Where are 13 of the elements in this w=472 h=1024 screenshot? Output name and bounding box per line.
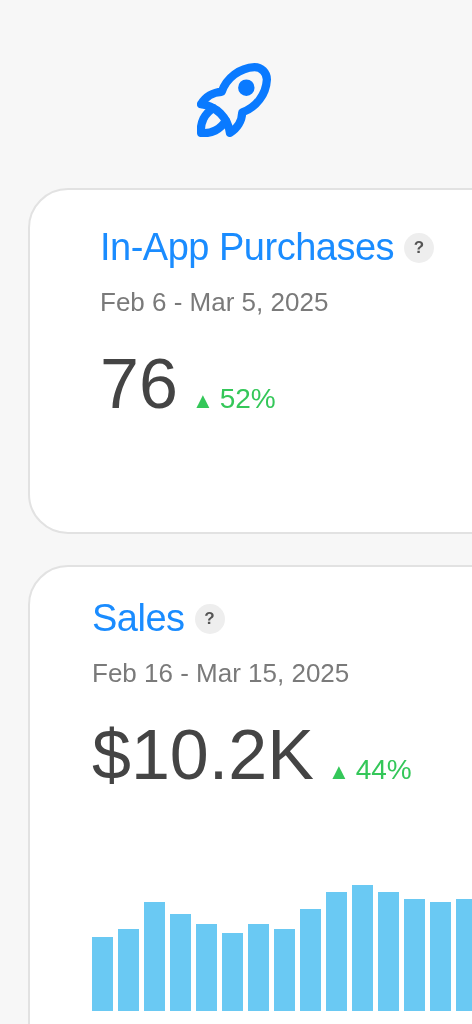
date-range: Feb 6 - Mar 5, 2025: [100, 287, 330, 318]
rocket-icon: [197, 63, 271, 137]
card-title[interactable]: In-App Purchases: [100, 226, 395, 269]
card-title[interactable]: Sales: [92, 597, 185, 640]
trend-up-icon: ▲: [191, 388, 214, 414]
percent-change: 44%: [355, 754, 412, 786]
help-icon[interactable]: ?: [194, 603, 225, 634]
percent-change: 52%: [219, 383, 276, 415]
date-range: Feb 16 - Mar 15, 2025: [92, 658, 351, 689]
metric-value: 76: [100, 344, 178, 424]
metric-value: $10.2K: [92, 715, 314, 795]
trend-up-icon: ▲: [327, 759, 350, 785]
help-icon[interactable]: ?: [404, 232, 435, 263]
